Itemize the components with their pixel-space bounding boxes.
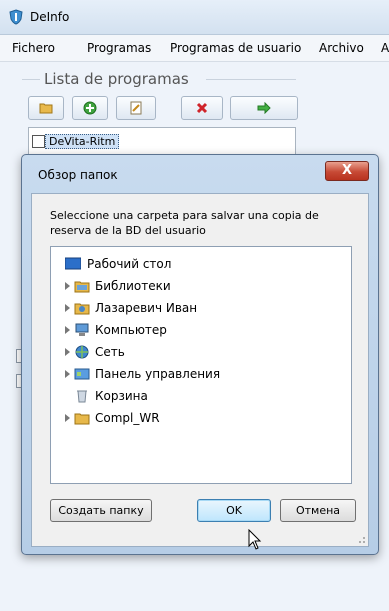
user-folder-icon: [74, 303, 90, 315]
tree-item-control-panel[interactable]: Панель управления: [61, 365, 281, 383]
tree-item-user[interactable]: Лазаревич Иван: [61, 299, 261, 317]
resize-grip-icon[interactable]: [356, 534, 366, 544]
tree-item-network[interactable]: Сеть: [61, 343, 261, 361]
browse-folder-dialog: Обзор папок X Seleccione una carpeta par…: [21, 154, 379, 555]
chevron-right-icon[interactable]: [65, 304, 70, 312]
add-icon: [83, 101, 97, 115]
chevron-right-icon[interactable]: [65, 370, 70, 378]
mouse-cursor-icon: [248, 529, 262, 550]
window-title: DeInfo: [30, 10, 70, 24]
chevron-right-icon[interactable]: [65, 348, 70, 356]
control-panel-icon: [74, 368, 90, 380]
group-divider: [22, 79, 40, 80]
tree-item-libraries[interactable]: Библиотеки: [61, 277, 261, 295]
program-item[interactable]: DeVita-Ritm: [45, 134, 120, 149]
next-button[interactable]: [230, 96, 298, 120]
dialog-message: Seleccione una carpeta para salvar una c…: [50, 209, 319, 237]
edit-button[interactable]: [116, 96, 156, 120]
shield-icon: [9, 9, 23, 25]
menu-programas[interactable]: Programas: [87, 41, 151, 55]
new-folder-button[interactable]: Создать папку: [50, 499, 152, 522]
chevron-right-icon[interactable]: [65, 326, 70, 334]
arrow-right-icon: [257, 102, 271, 114]
close-button[interactable]: X: [325, 161, 369, 181]
edit-icon: [130, 101, 142, 115]
delete-icon: [196, 102, 208, 114]
ok-button[interactable]: OK: [197, 499, 271, 522]
menu-archivo[interactable]: Archivo: [319, 41, 364, 55]
tree-item-computer[interactable]: Компьютер: [61, 321, 261, 339]
desktop-icon: [65, 257, 81, 270]
close-icon: X: [341, 163, 353, 178]
chevron-right-icon[interactable]: [65, 414, 70, 422]
cancel-button[interactable]: Отмена: [280, 499, 356, 522]
menu-bar: Fichero Programas Programas de usuario A…: [0, 35, 389, 62]
title-bar: DeInfo: [0, 0, 389, 35]
folder-open-icon: [39, 103, 53, 114]
tree-item-compl-wr[interactable]: Compl_WR: [61, 409, 261, 427]
menu-fichero[interactable]: Fichero: [12, 41, 55, 55]
menu-overflow[interactable]: A: [381, 41, 389, 55]
tree-item-recycle-bin[interactable]: Корзина: [61, 387, 261, 405]
folder-icon: [74, 413, 90, 425]
computer-icon: [75, 323, 89, 336]
program-list: DeVita-Ritm: [28, 127, 296, 156]
dialog-title: Обзор папок: [38, 168, 118, 182]
group-title: Lista de programas: [44, 70, 189, 88]
add-button[interactable]: [72, 96, 108, 120]
recycle-bin-icon: [77, 390, 87, 403]
delete-button[interactable]: [181, 96, 223, 120]
menu-programas-de-usuario[interactable]: Programas de usuario: [170, 41, 301, 55]
tree-item-desktop[interactable]: Рабочий стол: [61, 255, 261, 273]
dialog-body: Seleccione una carpeta para salvar una c…: [31, 193, 369, 547]
program-item-icon: [32, 135, 45, 148]
network-icon: [75, 345, 89, 359]
chevron-right-icon[interactable]: [65, 282, 70, 290]
libraries-icon: [74, 281, 90, 293]
folder-tree[interactable]: Рабочий стол Библиотеки Лазаревич Иван К…: [50, 246, 352, 484]
open-folder-button[interactable]: [28, 96, 64, 120]
group-divider: [206, 79, 296, 80]
